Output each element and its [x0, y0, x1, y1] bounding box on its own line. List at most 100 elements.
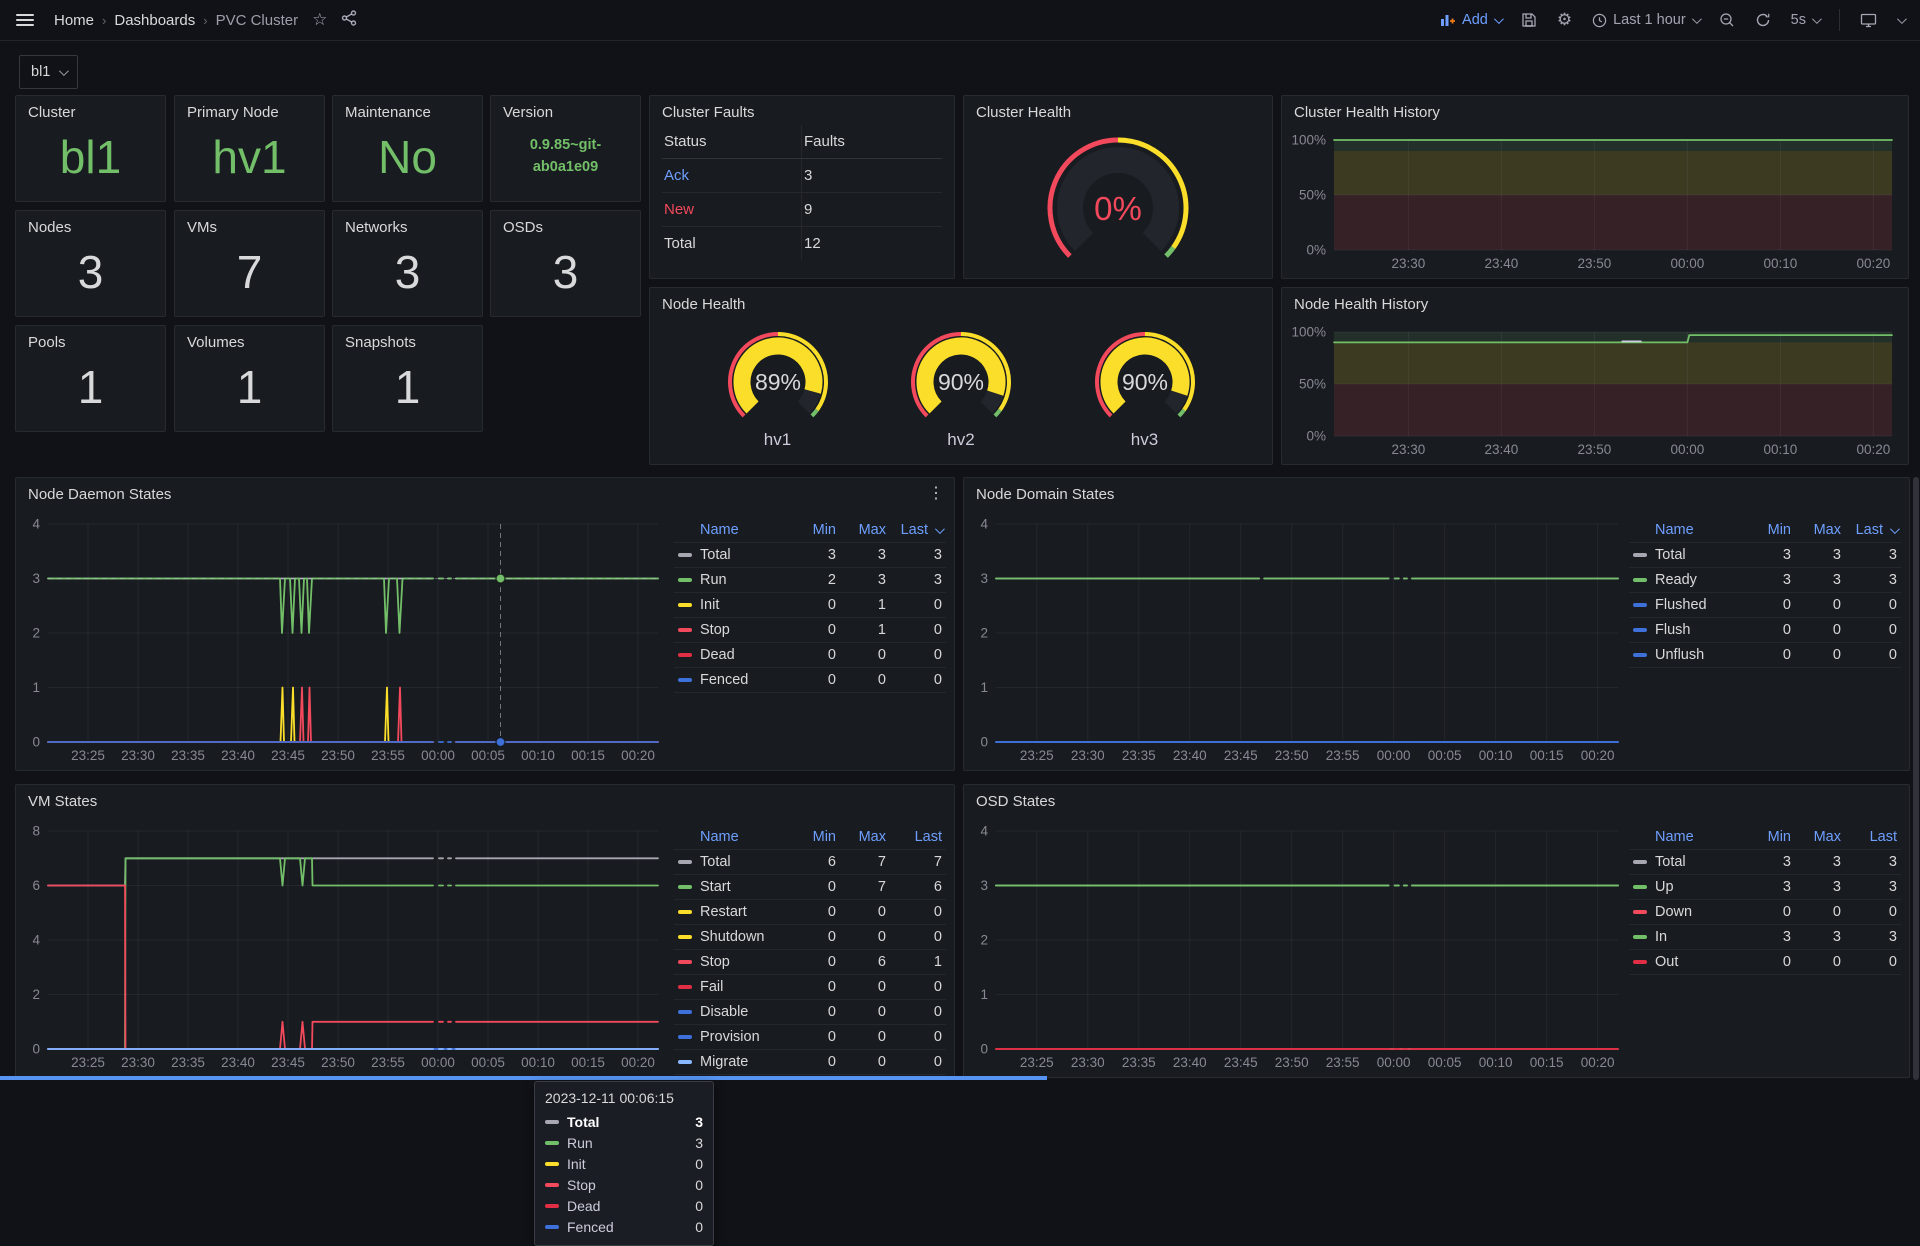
series-swatch [678, 1060, 692, 1064]
legend-item-run[interactable]: Run233 [674, 568, 946, 593]
legend-item-total[interactable]: Total333 [1629, 850, 1901, 875]
panel-title[interactable]: Node Health [650, 288, 1272, 313]
legend-item-flushed[interactable]: Flushed000 [1629, 593, 1901, 618]
svg-text:00:10: 00:10 [521, 748, 555, 763]
page-scrollbar[interactable] [1913, 477, 1919, 1080]
legend-item-total[interactable]: Total333 [674, 543, 946, 568]
panel-menu-icon[interactable]: ⋮ [928, 486, 944, 502]
gauge-hv3: 90% hv3 [1089, 332, 1201, 450]
legend-item-dead[interactable]: Dead000 [674, 643, 946, 668]
legend-item-up[interactable]: Up333 [1629, 875, 1901, 900]
svg-text:23:50: 23:50 [321, 748, 355, 763]
legend-item-shutdown[interactable]: Shutdown000 [674, 925, 946, 950]
zoom-out-time-icon[interactable] [1719, 12, 1735, 28]
node-domain-states-chart[interactable]: 0123423:2523:3023:3523:4023:4523:5023:55… [968, 514, 1628, 766]
refresh-icon[interactable] [1755, 12, 1771, 28]
series-swatch [678, 960, 692, 964]
panel-title[interactable]: Node Daemon States [16, 478, 954, 503]
breadcrumb-dashboards[interactable]: Dashboards [114, 12, 195, 29]
svg-text:23:45: 23:45 [271, 748, 305, 763]
panel-title[interactable]: OSD States [964, 785, 1909, 810]
kiosk-mode-icon[interactable] [1860, 13, 1877, 28]
svg-text:23:50: 23:50 [1275, 1055, 1309, 1070]
tooltip-row: Run3 [545, 1132, 703, 1153]
panel-title[interactable]: Cluster Health [964, 96, 1272, 121]
svg-text:23:50: 23:50 [1578, 256, 1612, 271]
osd-states-chart[interactable]: 0123423:2523:3023:3523:4023:4523:5023:55… [968, 821, 1628, 1073]
legend-item-unflush[interactable]: Unflush000 [1629, 643, 1901, 668]
svg-text:3: 3 [32, 571, 40, 586]
node-health-history-chart[interactable]: 0%50%100%23:3023:4023:5000:0000:1000:20 [1288, 322, 1902, 460]
svg-text:23:30: 23:30 [1071, 748, 1105, 763]
legend-item-restart[interactable]: Restart000 [674, 900, 946, 925]
sort-caret-icon [935, 524, 945, 534]
legend-item-total[interactable]: Total333 [1629, 543, 1901, 568]
series-swatch [1633, 653, 1647, 657]
node-daemon-states-chart[interactable]: 0123423:2523:3023:3523:4023:4523:5023:55… [20, 514, 668, 766]
column-header-faults[interactable]: Faults [802, 125, 942, 158]
svg-text:23:55: 23:55 [371, 748, 405, 763]
svg-text:23:25: 23:25 [1020, 748, 1054, 763]
menu-toggle-icon[interactable] [16, 14, 34, 26]
breadcrumb-home[interactable]: Home [54, 12, 94, 29]
vm-states-chart[interactable]: 0246823:2523:3023:3523:4023:4523:5023:55… [20, 821, 668, 1073]
svg-text:1: 1 [980, 987, 988, 1002]
share-icon[interactable] [341, 10, 357, 31]
cluster-health-history-chart[interactable]: 0%50%100%23:3023:4023:5000:0000:1000:20 [1288, 130, 1902, 274]
series-swatch [1633, 628, 1647, 632]
legend-item-migrate[interactable]: Migrate000 [674, 1050, 946, 1075]
svg-text:00:20: 00:20 [621, 1055, 655, 1070]
series-swatch [1633, 935, 1647, 939]
fault-status[interactable]: Ack [662, 159, 802, 192]
star-icon[interactable]: ☆ [312, 10, 327, 30]
stat-value: 3 [333, 227, 482, 316]
legend-item-init[interactable]: Init010 [674, 593, 946, 618]
legend-item-total[interactable]: Total677 [674, 850, 946, 875]
legend-item-disable[interactable]: Disable000 [674, 1000, 946, 1025]
gauge-label: hv1 [764, 430, 791, 450]
legend-item-down[interactable]: Down000 [1629, 900, 1901, 925]
panel-title[interactable]: Node Health History [1282, 288, 1908, 313]
dashboard-settings-icon[interactable]: ⚙ [1557, 10, 1572, 30]
panel-title[interactable]: Cluster Health History [1282, 96, 1908, 121]
panel-title[interactable]: Node Domain States [964, 478, 1909, 503]
svg-text:23:25: 23:25 [1020, 1055, 1054, 1070]
legend-item-start[interactable]: Start076 [674, 875, 946, 900]
series-swatch [678, 678, 692, 682]
legend-item-stop[interactable]: Stop061 [674, 950, 946, 975]
column-header-status[interactable]: Status [662, 125, 802, 158]
save-dashboard-icon[interactable] [1521, 12, 1537, 28]
nav-divider [1839, 9, 1840, 31]
svg-text:00:10: 00:10 [1764, 256, 1798, 271]
legend-item-provision[interactable]: Provision000 [674, 1025, 946, 1050]
fault-status[interactable]: Total [662, 227, 802, 260]
chevron-down-icon [1494, 14, 1504, 24]
legend-item-fenced[interactable]: Fenced000 [674, 668, 946, 693]
legend-item-ready[interactable]: Ready333 [1629, 568, 1901, 593]
time-range-picker[interactable]: Last 1 hour [1592, 12, 1699, 28]
legend-item-stop[interactable]: Stop010 [674, 618, 946, 643]
svg-text:23:40: 23:40 [1485, 442, 1519, 457]
add-button[interactable]: Add [1440, 12, 1501, 28]
legend-item-fail[interactable]: Fail000 [674, 975, 946, 1000]
chart-legend: NameMinMaxLast Total333Run233Init010Stop… [674, 518, 946, 693]
svg-text:00:10: 00:10 [1479, 1055, 1513, 1070]
fault-status[interactable]: New [662, 193, 802, 226]
svg-text:4: 4 [980, 517, 988, 532]
node-health-gauge: 90% [905, 332, 1017, 428]
chevron-down-icon[interactable] [1897, 14, 1907, 24]
stat-panel-networks: Networks 3 [332, 210, 483, 317]
svg-text:00:05: 00:05 [471, 748, 505, 763]
legend-item-out[interactable]: Out000 [1629, 950, 1901, 975]
refresh-interval-dropdown[interactable]: 5s [1791, 12, 1819, 28]
panel-title[interactable]: Cluster Faults [650, 96, 954, 121]
legend-header: NameMinMaxLast [674, 825, 946, 850]
legend-item-flush[interactable]: Flush000 [1629, 618, 1901, 643]
stat-value: 1 [333, 342, 482, 431]
legend-item-in[interactable]: In333 [1629, 925, 1901, 950]
panel-title[interactable]: VM States [16, 785, 954, 810]
svg-text:00:00: 00:00 [421, 1055, 455, 1070]
variable-selector-cluster[interactable]: bl1 [19, 55, 78, 89]
top-nav: Home › Dashboards › PVC Cluster ☆ Add ⚙ [0, 0, 1920, 41]
svg-text:23:30: 23:30 [121, 748, 155, 763]
